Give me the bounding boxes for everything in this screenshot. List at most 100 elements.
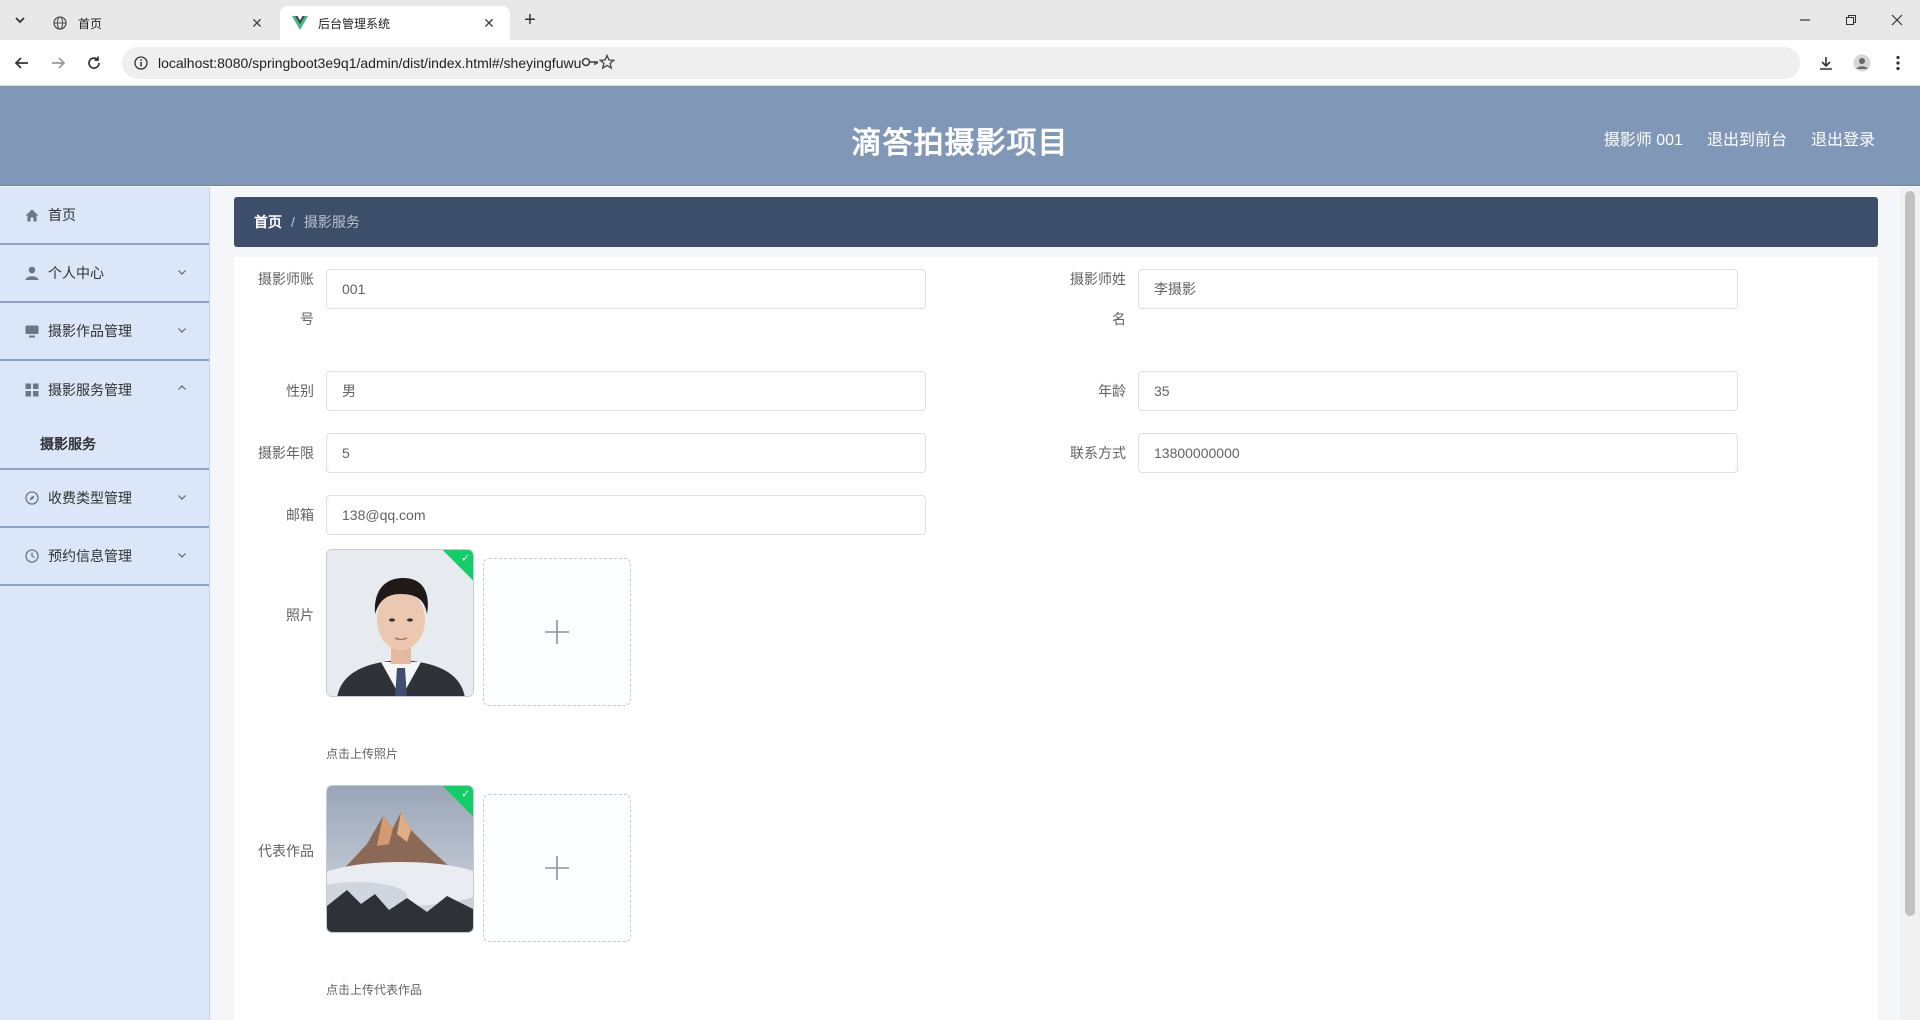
monitor-icon — [24, 323, 40, 339]
bookmark-star-icon[interactable] — [598, 53, 616, 73]
logout-link[interactable]: 退出登录 — [1811, 126, 1875, 150]
service-detail-form: 摄影师账 号 001 摄影师姓 名 李摄影 性别 男 年龄 35 摄影年限 5 … — [234, 257, 1878, 1020]
close-icon[interactable]: ✕ — [248, 14, 266, 32]
sidebar-item-home[interactable]: 首页 — [0, 187, 209, 245]
url-text[interactable]: localhost:8080/springboot3e9q1/admin/dis… — [158, 55, 581, 71]
chevron-down-icon — [178, 270, 186, 275]
vue-logo-icon — [292, 15, 308, 31]
chevron-down-icon — [178, 553, 186, 558]
user-icon — [24, 265, 40, 281]
works-upload-button[interactable] — [483, 794, 631, 942]
avatar-icon — [1853, 54, 1871, 72]
sidebar-item-label: 收费类型管理 — [48, 490, 132, 506]
works-label: 代表作品 — [258, 843, 314, 859]
arrow-left-icon — [14, 57, 28, 69]
landscape-image — [327, 786, 473, 932]
site-info-icon[interactable] — [134, 56, 148, 70]
reload-icon — [88, 56, 100, 69]
downloads-button[interactable] — [1812, 49, 1840, 77]
gender-value: 男 — [342, 383, 356, 399]
close-icon — [1891, 14, 1903, 26]
browser-tab-admin[interactable]: 后台管理系统 ✕ — [280, 6, 510, 40]
current-user: 摄影师 001 — [1603, 132, 1683, 149]
breadcrumb-home-link[interactable]: 首页 — [254, 212, 282, 232]
address-bar[interactable]: localhost:8080/springboot3e9q1/admin/dis… — [122, 47, 1800, 79]
photo-upload-button[interactable] — [483, 558, 631, 706]
sidebar-item-works-management[interactable]: 摄影作品管理 — [0, 303, 209, 361]
uploaded-photo-portrait[interactable]: ✓ — [326, 549, 474, 697]
age-field[interactable]: 35 — [1138, 371, 1738, 411]
chevron-down-icon — [178, 495, 186, 500]
password-key-icon[interactable] — [581, 56, 599, 71]
sidebar-item-personal-center[interactable]: 个人中心 — [0, 245, 209, 303]
contact-value: 13800000000 — [1154, 445, 1240, 461]
sidebar-item-service-management[interactable]: 摄影服务管理 — [0, 361, 209, 419]
works-upload-tip: 点击上传代表作品 — [326, 983, 423, 997]
years-field[interactable]: 5 — [326, 433, 926, 473]
chevron-down-icon — [15, 17, 25, 24]
home-icon — [24, 207, 40, 223]
arrow-right-icon — [52, 57, 66, 69]
account-label-line1: 摄影师账 — [258, 271, 314, 287]
browser-tab-strip: 首页 ✕ 后台管理系统 ✕ + — [0, 0, 1920, 40]
photo-label: 照片 — [286, 607, 314, 623]
chevron-up-icon — [178, 385, 186, 390]
account-label-line2: 号 — [300, 311, 314, 327]
clock-icon — [24, 548, 40, 564]
more-vertical-icon — [1896, 55, 1900, 71]
name-label: 摄影师姓 名 — [1056, 269, 1126, 329]
portrait-image — [327, 550, 473, 696]
exit-to-front-link[interactable]: 退出到前台 — [1707, 126, 1787, 150]
download-icon — [1820, 57, 1832, 70]
tab-title: 首页 — [78, 16, 103, 31]
browser-tab-home[interactable]: 首页 ✕ — [40, 6, 278, 40]
breadcrumb: 首页 / 摄影服务 — [234, 197, 1878, 247]
name-field[interactable]: 李摄影 — [1138, 269, 1738, 309]
reload-button[interactable] — [80, 49, 108, 77]
gender-field[interactable]: 男 — [326, 371, 926, 411]
browser-menu-button[interactable] — [1884, 49, 1912, 77]
sidebar: 首页 个人中心 摄影作品管理 摄影服务管理 摄影服务 收费类型管理 预约信息管理 — [0, 187, 210, 1020]
sidebar-item-label: 首页 — [48, 207, 76, 223]
app-header: 滴答拍摄影项目 摄影师 001 退出到前台 退出登录 — [0, 86, 1920, 186]
account-field[interactable]: 001 — [326, 269, 926, 309]
grid-icon — [24, 382, 40, 398]
main-content: 首页 / 摄影服务 摄影师账 号 001 摄影师姓 名 李摄影 性别 男 年龄 … — [210, 187, 1900, 1020]
photo-upload-tip: 点击上传照片 — [326, 747, 399, 761]
plus-icon — [545, 620, 569, 644]
years-label: 摄影年限 — [258, 445, 314, 461]
sidebar-item-fee-type-management[interactable]: 收费类型管理 — [0, 470, 209, 528]
forward-button[interactable] — [44, 49, 72, 77]
restore-icon — [1846, 15, 1856, 25]
compass-icon — [24, 490, 40, 506]
plus-icon — [545, 856, 569, 880]
email-field[interactable]: 138@qq.com — [326, 495, 926, 535]
scrollbar-thumb[interactable] — [1905, 191, 1915, 916]
globe-icon — [52, 15, 68, 31]
check-icon: ✓ — [461, 552, 471, 565]
age-label: 年龄 — [1098, 383, 1126, 399]
tab-search-button[interactable] — [8, 8, 32, 32]
profile-button[interactable] — [1848, 49, 1876, 77]
restore-button[interactable] — [1828, 0, 1874, 40]
chevron-down-icon — [178, 328, 186, 333]
account-label: 摄影师账 号 — [244, 269, 314, 329]
name-label-line2: 名 — [1112, 311, 1126, 327]
close-icon[interactable]: ✕ — [480, 14, 498, 32]
age-value: 35 — [1154, 383, 1170, 399]
breadcrumb-current: 摄影服务 — [303, 214, 360, 230]
back-button[interactable] — [8, 49, 36, 77]
name-value: 李摄影 — [1154, 281, 1196, 297]
sidebar-subitem-service[interactable]: 摄影服务 — [0, 419, 209, 470]
close-window-button[interactable] — [1874, 0, 1920, 40]
account-value: 001 — [342, 281, 366, 297]
contact-field[interactable]: 13800000000 — [1138, 433, 1738, 473]
check-icon: ✓ — [461, 788, 471, 801]
sidebar-item-label: 个人中心 — [48, 265, 104, 281]
minimize-button[interactable] — [1782, 0, 1828, 40]
uploaded-work-landscape[interactable]: ✓ — [326, 785, 474, 933]
new-tab-button[interactable]: + — [518, 8, 542, 32]
sidebar-item-booking-management[interactable]: 预约信息管理 — [0, 528, 209, 586]
email-label: 邮箱 — [286, 507, 314, 523]
page-scrollbar[interactable] — [1900, 187, 1920, 1020]
